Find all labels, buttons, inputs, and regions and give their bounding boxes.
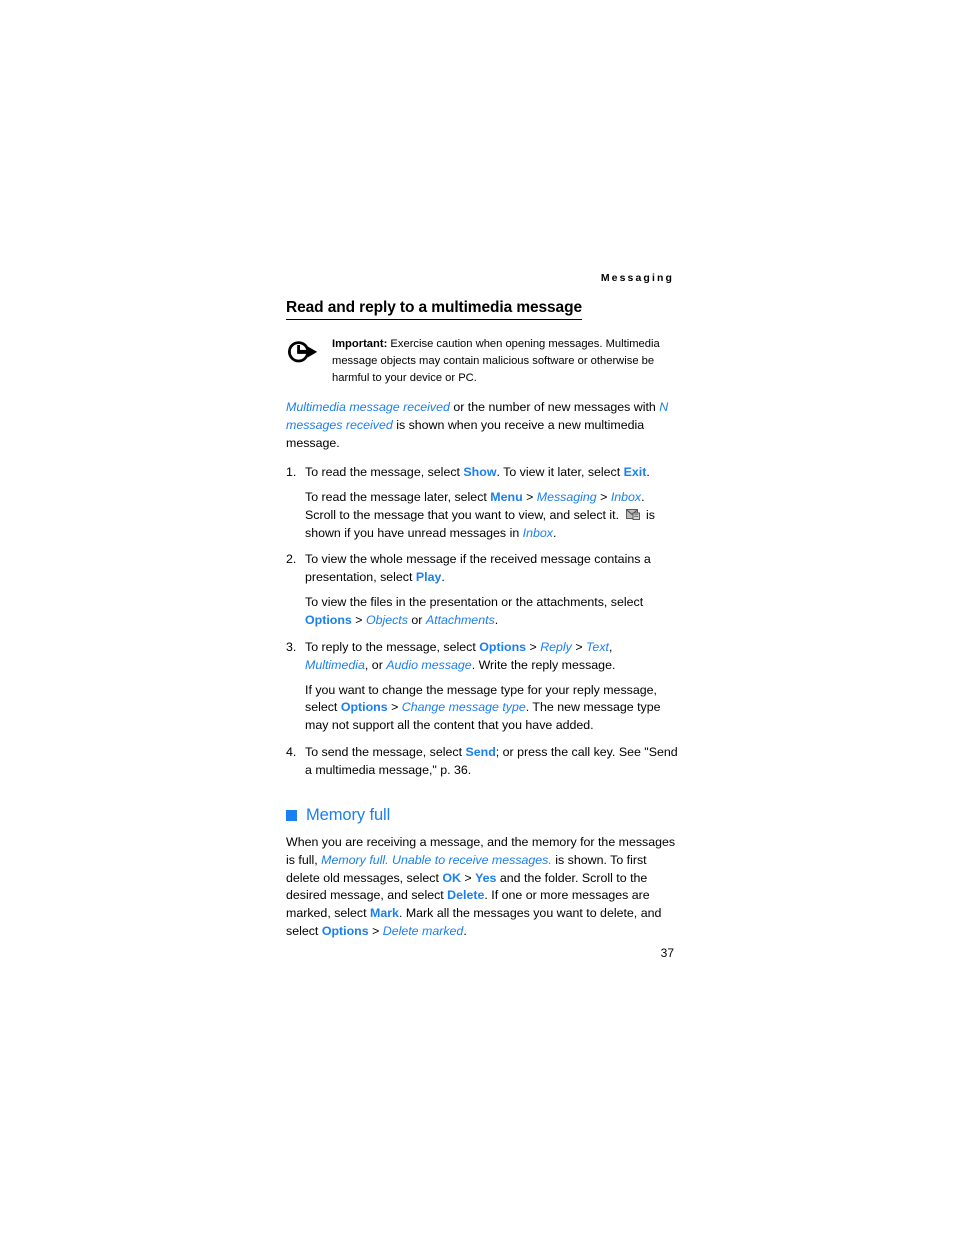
text-run: >	[460, 870, 476, 885]
page-number: 37	[660, 946, 674, 960]
ui-term-bold: Yes	[475, 870, 497, 885]
text-run: To view the files in the presentation or…	[305, 595, 644, 610]
text-run: >	[368, 924, 383, 939]
step-paragraph: To reply to the message, select Options …	[305, 639, 678, 675]
ui-term-bold: Menu	[490, 489, 523, 504]
ui-term-bold: Delete	[447, 888, 485, 903]
text-run: >	[522, 489, 537, 504]
text-run: To send the message, select	[305, 745, 466, 760]
ui-term-bold: Mark	[370, 906, 399, 921]
step-paragraph: To view the whole message if the receive…	[305, 551, 678, 587]
step-paragraph: If you want to change the message type f…	[305, 682, 678, 736]
important-note-text: Important: Exercise caution when opening…	[332, 336, 678, 387]
text-run: . Write the reply message.	[471, 657, 616, 672]
ui-term-bold: Options	[305, 613, 352, 628]
page-title: Read and reply to a multimedia message	[286, 298, 582, 321]
text-run: , or	[364, 657, 387, 672]
ui-term-italic: Messaging	[536, 489, 597, 504]
step-item: To view the whole message if the receive…	[286, 551, 678, 629]
unread-message-icon	[625, 508, 640, 520]
ui-term-italic: Reply	[540, 639, 572, 654]
important-note: Important: Exercise caution when opening…	[286, 336, 678, 387]
text-run: ,	[608, 639, 613, 654]
text-run: or	[407, 613, 426, 628]
steps-list: To read the message, select Show. To vie…	[286, 464, 678, 780]
text-run: >	[387, 700, 402, 715]
memory-full-heading: Memory full	[286, 806, 678, 825]
intro-paragraph: Multimedia message received or the numbe…	[286, 399, 678, 453]
ui-term-bold: Play	[415, 570, 442, 585]
ui-term-italic: Text	[586, 639, 609, 654]
text-run: >	[596, 489, 611, 504]
text-run: To reply to the message, select	[305, 639, 480, 654]
text-run: .	[463, 924, 467, 939]
text-run: To view the whole message if the receive…	[305, 552, 651, 585]
intro-text-1: or the number of new messages with	[449, 400, 660, 415]
ui-term-bold: Options	[321, 924, 369, 939]
text-run: .	[494, 613, 499, 628]
blue-square-bullet-icon	[286, 809, 297, 821]
ui-term-italic: Attachments	[425, 613, 495, 628]
running-header: Messaging	[600, 272, 674, 284]
step-paragraph: To view the files in the presentation or…	[305, 594, 678, 630]
ui-term-bold: OK	[442, 870, 461, 885]
step-paragraph: To send the message, select Send; or pre…	[305, 744, 678, 780]
step-paragraph: To read the message later, select Menu >…	[305, 489, 678, 543]
ui-term-bold: Options	[479, 639, 527, 654]
step-paragraph: To read the message, select Show. To vie…	[305, 464, 678, 482]
text-run: >	[526, 639, 541, 654]
memory-full-heading-label: Memory full	[306, 805, 391, 824]
text-run: >	[571, 639, 586, 654]
text-run: .	[646, 465, 650, 479]
text-run: .	[552, 525, 557, 540]
intro-term-1: Multimedia message received	[286, 400, 450, 415]
text-run: . To view it later, select	[496, 465, 624, 479]
step-item: To read the message, select Show. To vie…	[286, 464, 678, 542]
important-label: Important:	[332, 338, 388, 351]
ui-term-bold: Exit	[623, 465, 647, 479]
ui-term-bold: Send	[465, 745, 496, 760]
ui-term-italic: Inbox	[610, 489, 642, 504]
ui-term-italic: Memory full. Unable to receive messages.	[321, 852, 552, 867]
text-run: To read the message later, select	[305, 489, 491, 504]
ui-term-italic: Objects	[365, 613, 408, 628]
ui-term-italic: Change message type	[401, 700, 526, 715]
ui-term-italic: Inbox	[522, 525, 553, 540]
ui-term-italic: Multimedia	[305, 657, 365, 672]
step-item: To send the message, select Send; or pre…	[286, 744, 678, 780]
page-content: Read and reply to a multimedia message I…	[286, 298, 678, 952]
ui-term-italic: Delete marked	[382, 924, 464, 939]
manual-page: Messaging Read and reply to a multimedia…	[0, 0, 954, 1235]
text-run: To read the message, select	[305, 465, 464, 479]
text-run: .	[441, 570, 445, 585]
memory-full-paragraph: When you are receiving a message, and th…	[286, 834, 678, 941]
text-run: >	[351, 613, 366, 628]
step-item: To reply to the message, select Options …	[286, 639, 678, 735]
ui-term-bold: Show	[463, 465, 497, 479]
ui-term-italic: Audio message	[386, 657, 472, 672]
important-arrow-icon	[286, 339, 318, 365]
ui-term-bold: Options	[340, 700, 388, 715]
